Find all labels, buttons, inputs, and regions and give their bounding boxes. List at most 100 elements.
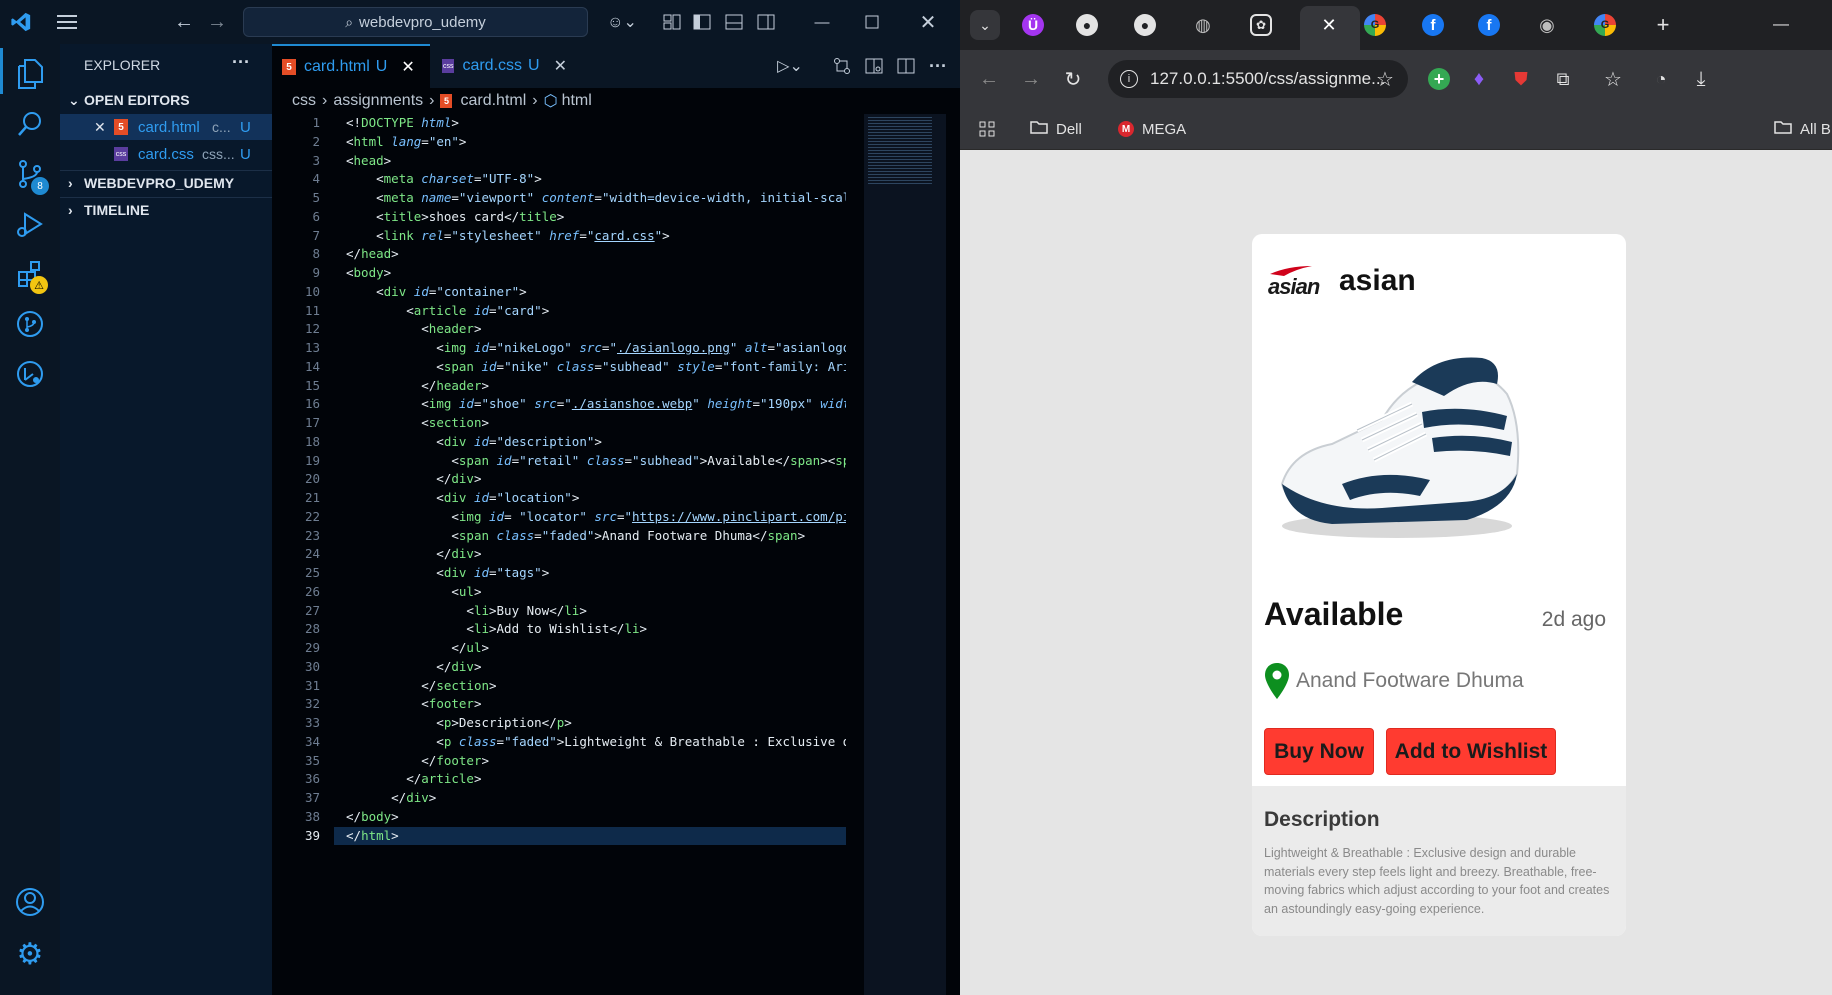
close-icon[interactable]: ✕: [1316, 12, 1342, 38]
minimap[interactable]: [864, 114, 946, 995]
back-arrow-icon[interactable]: ←: [172, 10, 196, 34]
tab-google-icon[interactable]: G: [1594, 14, 1616, 36]
run-icon[interactable]: ▷⌄: [772, 54, 808, 78]
code-editor[interactable]: 1 <!DOCTYPE html> 2 <html lang="en"> 3 <head>…: [272, 114, 960, 995]
toggle-primary-sidebar-icon[interactable]: [690, 10, 714, 34]
all-bookmarks-item[interactable]: All B: [1774, 118, 1832, 140]
maximize-icon[interactable]: [860, 10, 884, 34]
tab-search-icon[interactable]: ⌄: [970, 10, 1000, 40]
tab-github-icon[interactable]: ●: [1076, 14, 1098, 36]
code-token: <: [346, 565, 444, 580]
more-actions-icon[interactable]: ···: [926, 54, 950, 78]
bookmarks-bar: Dell M MEGA All B: [960, 108, 1832, 150]
tab-card-css[interactable]: css card.css U ✕: [432, 44, 577, 88]
copilot-icon[interactable]: ☺⌄: [602, 10, 642, 34]
apps-grid-icon[interactable]: [976, 118, 998, 140]
compare-changes-icon[interactable]: [830, 54, 854, 78]
bookmark-item[interactable]: Dell: [1030, 118, 1082, 140]
download-icon[interactable]: ⤓: [1688, 66, 1714, 92]
tab-card-html[interactable]: 5 card.html U ✕: [272, 44, 430, 88]
code-token: =: [489, 340, 497, 355]
code-token: <!: [346, 115, 362, 130]
tab-facebook-icon[interactable]: f: [1422, 14, 1444, 36]
close-window-icon[interactable]: ✕: [916, 10, 940, 34]
cube-symbol-icon: ⬡: [543, 93, 558, 110]
code-token: card.css: [594, 227, 655, 243]
explorer-more-button[interactable]: ···: [232, 52, 250, 73]
run-debug-icon[interactable]: [12, 206, 48, 242]
close-icon[interactable]: ✕: [94, 119, 106, 136]
timeline-section[interactable]: › TIMELINE: [60, 197, 272, 221]
tab-facebook-icon[interactable]: f: [1478, 14, 1500, 36]
line-number: 9: [312, 265, 320, 280]
accounts-icon[interactable]: [12, 884, 48, 920]
toggle-secondary-sidebar-icon[interactable]: [754, 10, 778, 34]
minimize-icon[interactable]: —: [1768, 12, 1794, 38]
code-line: <div id="description">: [346, 433, 846, 452]
tab-globe-icon[interactable]: ◍: [1192, 14, 1214, 36]
tab-chatgpt-icon[interactable]: ✿: [1250, 14, 1272, 36]
git-graph-icon[interactable]: [12, 306, 48, 342]
open-file-item[interactable]: css card.css css... U: [60, 141, 272, 167]
site-info-icon[interactable]: i: [1120, 70, 1138, 88]
buy-now-button[interactable]: Buy Now: [1264, 728, 1374, 775]
code-token: "nike": [504, 358, 550, 374]
code-line: <img id= "locator" src="https://www.pinc…: [346, 508, 846, 527]
line-number: 8: [312, 246, 320, 262]
tab-google-icon[interactable]: G: [1364, 14, 1386, 36]
minimize-icon[interactable]: —: [810, 10, 834, 34]
customize-layout-icon[interactable]: [660, 10, 684, 34]
command-search-box[interactable]: ⌕ webdevpro_udemy: [243, 7, 588, 37]
new-tab-icon[interactable]: +: [1650, 12, 1676, 38]
reload-icon[interactable]: ↻: [1060, 66, 1086, 92]
search-view-icon[interactable]: [12, 106, 48, 142]
code-token: img: [443, 340, 467, 355]
explorer-icon[interactable]: [12, 56, 48, 92]
back-arrow-icon[interactable]: ←: [976, 66, 1002, 92]
performance-icon[interactable]: ◔: [1648, 66, 1674, 92]
settings-gear-icon[interactable]: ⚙: [12, 936, 48, 972]
tab-udemy-icon[interactable]: Ü: [1022, 14, 1044, 36]
tab-github-icon[interactable]: ●: [1134, 14, 1156, 36]
breadcrumb-item[interactable]: card.html: [460, 92, 526, 110]
toggle-panel-icon[interactable]: [722, 10, 746, 34]
code-line: <html lang="en">: [346, 133, 846, 152]
close-icon[interactable]: ✕: [554, 56, 567, 76]
line-number: 4: [312, 171, 320, 187]
code-token: html: [361, 827, 392, 843]
code-line: <span id="nike" class="subhead" style="f…: [346, 358, 846, 377]
breadcrumb-item[interactable]: css: [292, 92, 316, 110]
address-bar[interactable]: i 127.0.0.1:5500/css/assignme... ☆: [1108, 60, 1408, 98]
code-token: li: [564, 602, 580, 618]
forward-arrow-icon[interactable]: →: [1018, 66, 1044, 92]
tab-chrome-icon[interactable]: ◉: [1536, 14, 1558, 36]
add-to-wishlist-button[interactable]: Add to Wishlist: [1386, 728, 1556, 775]
extension-shield-icon[interactable]: ⛊: [1508, 66, 1534, 92]
code-token: </: [346, 471, 452, 487]
breadcrumb-item[interactable]: assignments: [333, 92, 423, 110]
extensions-puzzle-icon[interactable]: ⧉: [1550, 66, 1576, 92]
bookmark-item[interactable]: M MEGA: [1118, 118, 1186, 140]
open-preview-icon[interactable]: [862, 54, 886, 78]
code-token: >: [556, 208, 565, 224]
menu-icon[interactable]: [54, 10, 80, 34]
footer-description: Lightweight & Breathable : Exclusive des…: [1264, 846, 1610, 916]
favorites-star-icon[interactable]: ☆: [1600, 66, 1626, 92]
code-token: span: [790, 452, 821, 468]
forward-arrow-icon[interactable]: →: [205, 10, 229, 34]
breadcrumb-item[interactable]: html: [562, 92, 592, 110]
remote-explorer-icon[interactable]: [12, 356, 48, 392]
breadcrumb: css › assignments › 5 card.html › ⬡ html: [272, 88, 960, 114]
open-editors-section[interactable]: ⌄ OPEN EDITORS: [60, 88, 272, 112]
browser-window: ⌄ Ü ● ● ◍ ✿ ✕ G f f ◉ G + — ← → ↻ i 127.…: [960, 0, 1832, 995]
open-file-item[interactable]: ✕ 5 card.html c... U: [60, 114, 272, 140]
split-editor-icon[interactable]: [894, 54, 918, 78]
workspace-section[interactable]: › WEBDEVPRO_UDEMY: [60, 170, 272, 194]
code-token: width: [820, 396, 846, 412]
bookmark-star-icon[interactable]: ☆: [1376, 67, 1394, 92]
extension-plus-icon[interactable]: +: [1428, 68, 1450, 90]
code-token: "description": [496, 433, 595, 449]
close-icon[interactable]: ✕: [401, 57, 414, 77]
extension-flame-icon[interactable]: ♦: [1466, 66, 1492, 92]
